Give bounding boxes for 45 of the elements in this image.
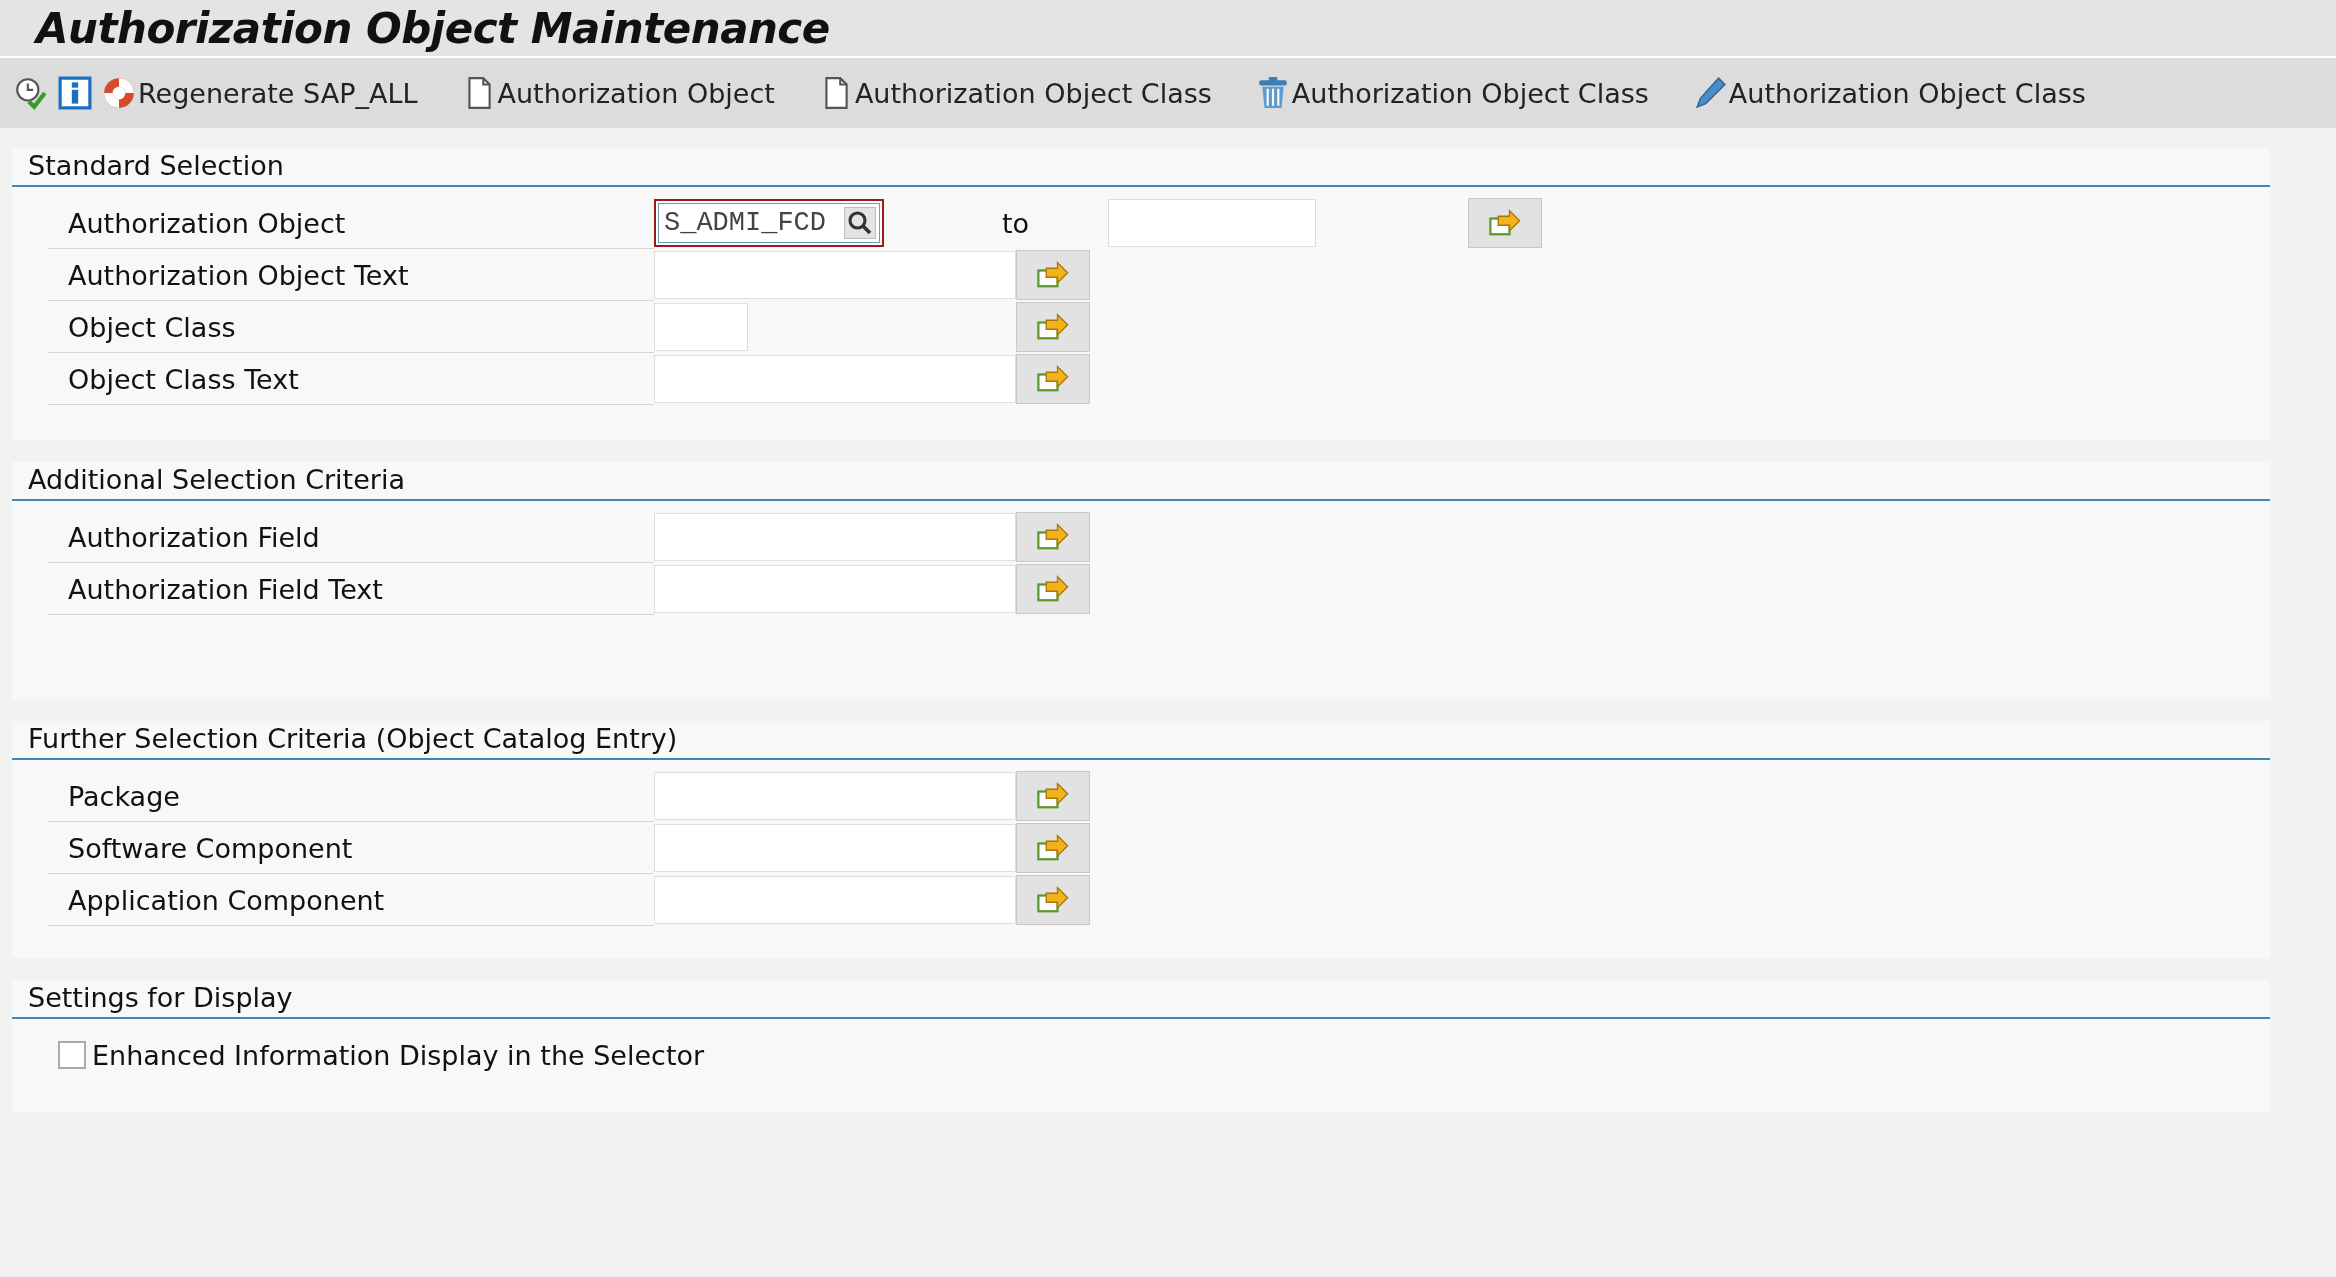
multiple-selection-button[interactable]: [1016, 875, 1090, 925]
toolbar-button[interactable]: Authorization Object Class: [1690, 76, 2088, 110]
field-label: Object Class Text: [48, 353, 654, 405]
multiple-selection-button[interactable]: [1016, 354, 1090, 404]
input-field[interactable]: S_ADMI_FCD: [654, 199, 884, 247]
section-title: Standard Selection: [12, 148, 2270, 187]
input-field[interactable]: [654, 824, 1016, 872]
input-field[interactable]: [654, 772, 1016, 820]
multiple-selection-button[interactable]: [1016, 302, 1090, 352]
info-icon: [58, 76, 92, 110]
multiple-selection-button[interactable]: [1016, 564, 1090, 614]
toolbar-button[interactable]: Authorization Object Class: [816, 76, 1214, 110]
range-to-label: to: [1002, 207, 1031, 239]
input-field[interactable]: [654, 513, 1016, 561]
toolbar-button[interactable]: Authorization Object Class: [1253, 76, 1651, 110]
field-label: Software Component: [48, 822, 654, 874]
toolbar-button[interactable]: Authorization Object: [459, 76, 777, 110]
checkbox-label: Enhanced Information Display in the Selector: [92, 1039, 705, 1071]
clock-check-icon: [14, 76, 48, 110]
toolbar-button[interactable]: Regenerate SAP_ALL: [100, 76, 420, 110]
lifebuoy-icon: [102, 76, 136, 110]
multiple-selection-button[interactable]: [1016, 771, 1090, 821]
input-field[interactable]: [1108, 199, 1316, 247]
field-label: Application Component: [48, 874, 654, 926]
multiple-selection-button[interactable]: [1016, 512, 1090, 562]
section-title: Settings for Display: [12, 980, 2270, 1019]
field-label: Authorization Object: [48, 197, 654, 249]
checkbox[interactable]: [58, 1041, 86, 1069]
toolbar-icon-button[interactable]: [56, 76, 94, 110]
field-label: Authorization Field Text: [48, 563, 654, 615]
input-field[interactable]: [654, 251, 1016, 299]
input-field[interactable]: [654, 355, 1016, 403]
section-title: Additional Selection Criteria: [12, 462, 2270, 501]
field-label: Authorization Object Text: [48, 249, 654, 301]
field-label: Package: [48, 770, 654, 822]
multiple-selection-button[interactable]: [1016, 250, 1090, 300]
field-label: Object Class: [48, 301, 654, 353]
input-field[interactable]: [654, 876, 1016, 924]
field-label: Authorization Field: [48, 511, 654, 563]
input-field[interactable]: [654, 303, 748, 351]
multiple-selection-button[interactable]: [1016, 823, 1090, 873]
section-title: Further Selection Criteria (Object Catalog Entry): [12, 721, 2270, 760]
multiple-selection-button[interactable]: [1468, 198, 1542, 248]
input-field[interactable]: [654, 565, 1016, 613]
search-icon[interactable]: [844, 207, 876, 239]
